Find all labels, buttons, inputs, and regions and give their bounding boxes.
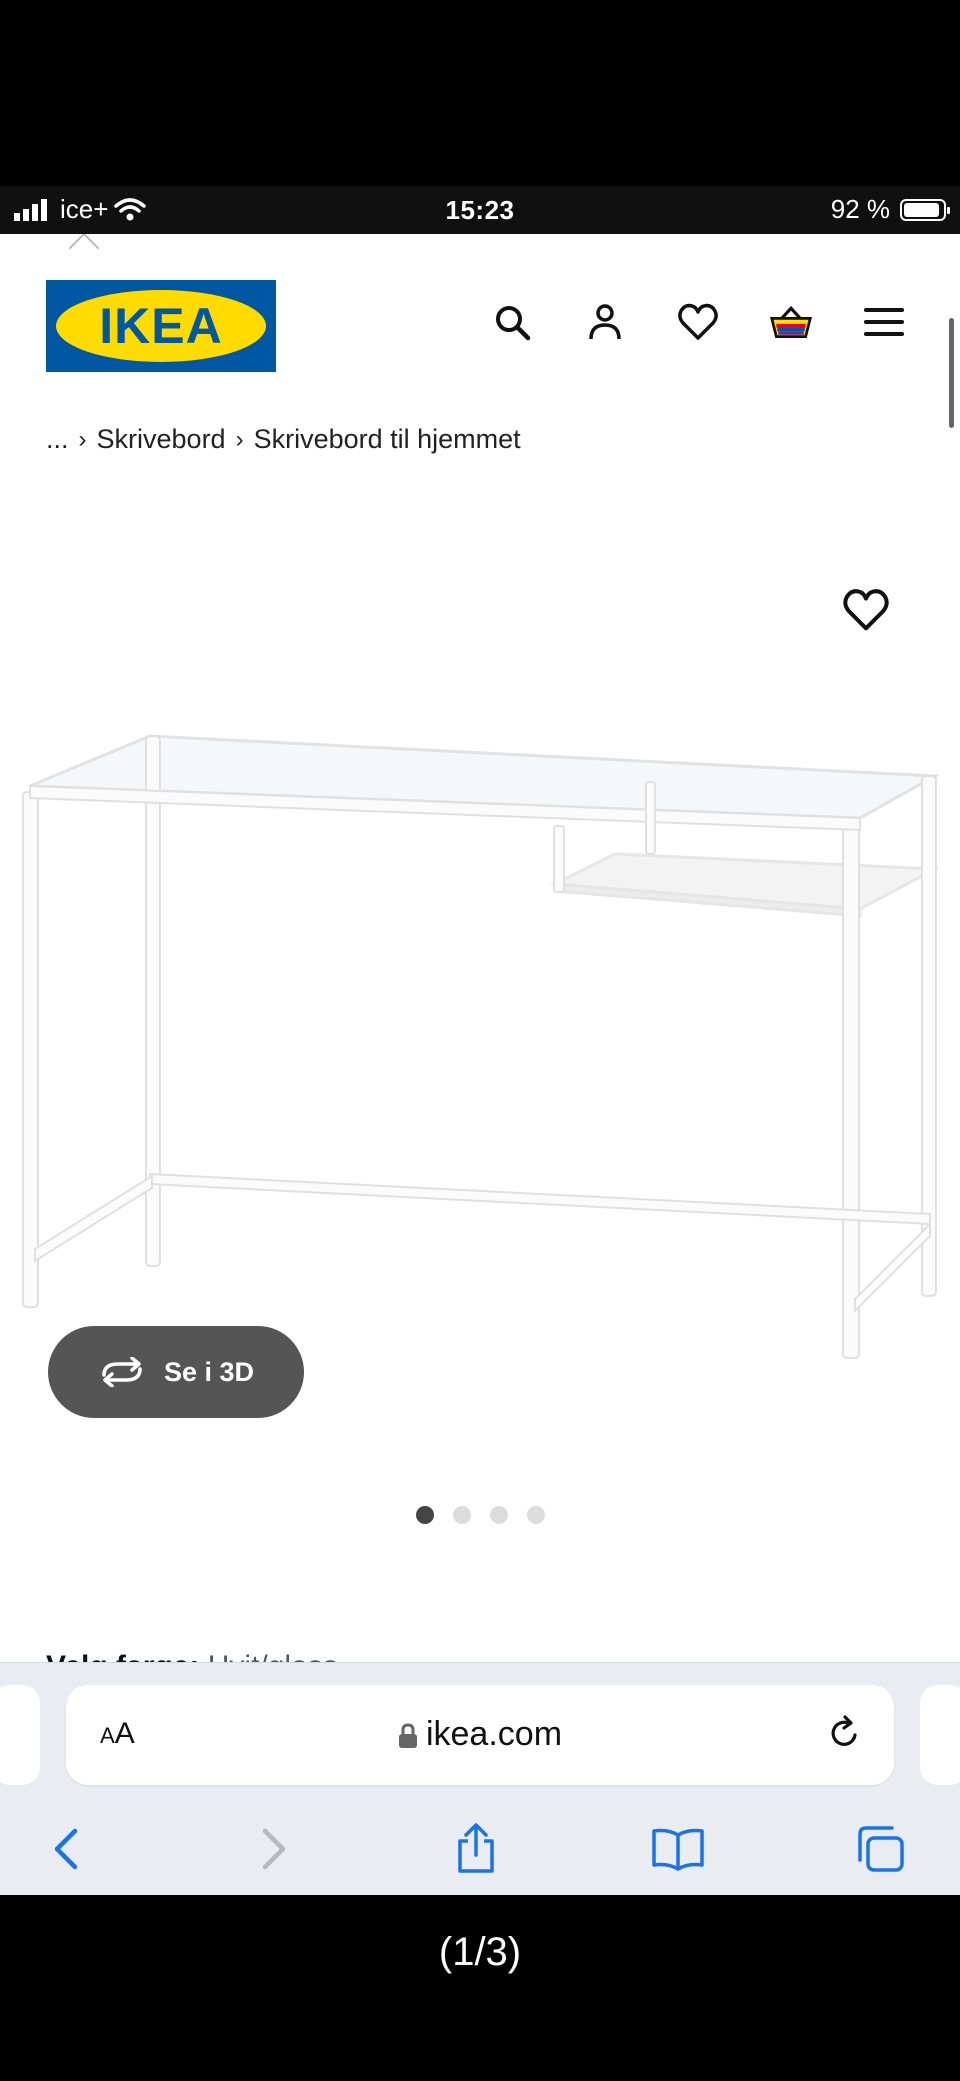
chevron-right-icon: › — [78, 425, 87, 453]
basket-icon — [769, 305, 813, 339]
view-3d-label: Se i 3D — [163, 1356, 255, 1387]
next-tab-preview[interactable] — [920, 1685, 960, 1785]
share-icon — [458, 1823, 494, 1873]
search-button[interactable] — [490, 300, 534, 344]
heart-icon[interactable] — [842, 586, 890, 634]
breadcrumb-ellipsis[interactable]: ... — [46, 424, 69, 455]
basket-button[interactable] — [769, 300, 813, 344]
chevron-right-icon — [262, 1828, 286, 1870]
chevron-left-icon — [54, 1828, 78, 1870]
breadcrumb-item[interactable]: Skrivebord — [97, 424, 226, 455]
tabs-button[interactable] — [852, 1821, 908, 1877]
reload-icon[interactable] — [824, 1713, 864, 1753]
profile-button[interactable] — [583, 300, 627, 344]
breadcrumb: ... › Skrivebord › Skrivebord til hjemme… — [46, 424, 521, 455]
color-value: Hvit/glass — [208, 1650, 338, 1662]
color-label: Velg farge: — [46, 1650, 199, 1662]
carousel-dot[interactable] — [526, 1506, 545, 1524]
view-3d-button[interactable]: Se i 3D — [48, 1326, 304, 1418]
ikea-logo[interactable]: IKEA — [46, 280, 276, 372]
chevron-right-icon: › — [235, 425, 244, 453]
scroll-indicator — [949, 318, 954, 428]
logo-text: IKEA — [99, 298, 223, 354]
browser-chrome: AA ikea.com — [0, 1662, 960, 1895]
menu-icon — [864, 308, 904, 336]
rotate-3d-icon — [102, 1357, 142, 1387]
share-button[interactable] — [448, 1821, 504, 1877]
product-image[interactable] — [0, 564, 960, 1384]
back-button[interactable] — [38, 1821, 94, 1877]
carousel-dot[interactable] — [452, 1506, 471, 1524]
status-bar: ice+ 15:23 92 % — [0, 186, 960, 234]
lock-icon — [398, 1723, 417, 1749]
search-icon — [496, 306, 531, 341]
close-icon[interactable] — [62, 234, 106, 256]
carousel-dot[interactable] — [489, 1506, 508, 1524]
profile-icon — [589, 304, 621, 340]
browser-toolbar — [0, 1811, 960, 1883]
logo-oval: IKEA — [56, 290, 266, 362]
carousel-dot[interactable] — [415, 1506, 434, 1524]
menu-button[interactable] — [862, 300, 906, 344]
battery-icon — [900, 198, 950, 221]
web-page: IKEA ... › Skrivebord › Skrivebord til h… — [0, 234, 960, 1662]
carousel-dots — [0, 1506, 960, 1524]
header-actions — [490, 300, 906, 344]
url-text: ikea.com — [425, 1715, 563, 1753]
book-icon — [652, 1828, 704, 1871]
address-bar[interactable]: AA ikea.com — [66, 1685, 894, 1785]
color-selector-label: Velg farge: Hvit/glass — [46, 1650, 338, 1662]
site-header: IKEA — [0, 278, 960, 428]
favourites-button[interactable] — [676, 300, 720, 344]
heart-icon — [678, 303, 718, 340]
image-counter-caption: (1/3) — [438, 1930, 522, 1974]
bookmarks-button[interactable] — [650, 1821, 706, 1877]
url-display[interactable]: ikea.com — [66, 1715, 894, 1754]
battery-percent: 92 % — [830, 194, 890, 224]
status-time: 15:23 — [445, 195, 515, 225]
breadcrumb-item[interactable]: Skrivebord til hjemmet — [254, 424, 521, 455]
forward-button[interactable] — [246, 1821, 302, 1877]
tabs-icon — [858, 1826, 904, 1872]
previous-tab-preview[interactable] — [0, 1685, 40, 1785]
battery-fill — [904, 202, 939, 217]
status-right: 92 % — [830, 194, 950, 225]
